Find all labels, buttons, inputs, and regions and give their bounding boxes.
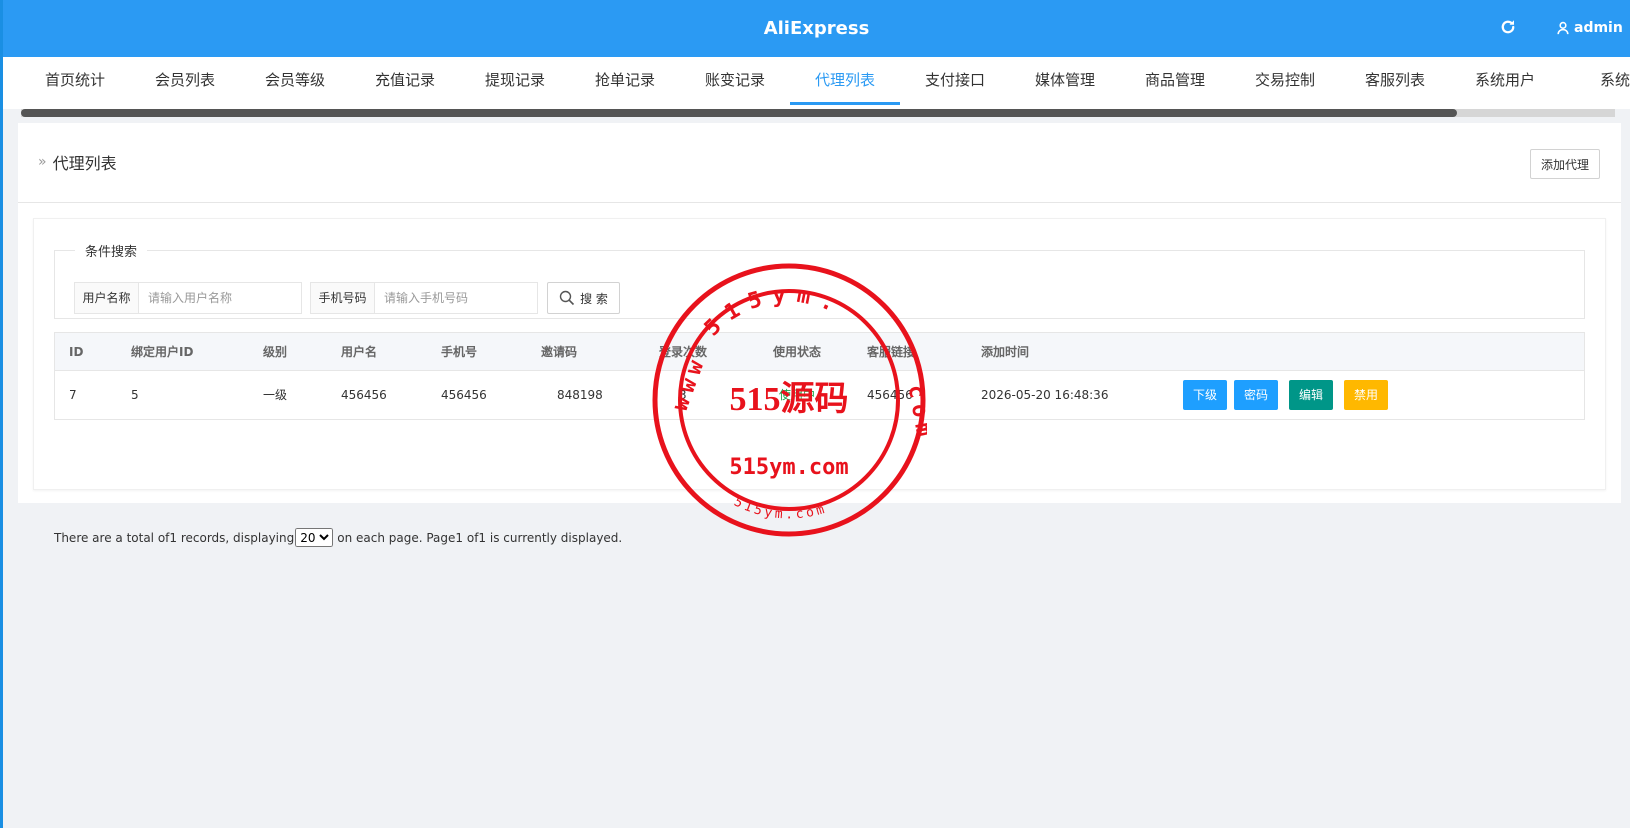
pager-suffix: on each page. Page1 of1 is currently dis… <box>337 530 623 545</box>
page-size-select[interactable]: 20 <box>295 528 334 547</box>
phone-label: 手机号码 <box>311 283 375 313</box>
nav-scrollbar[interactable] <box>21 109 1615 117</box>
nav-tab[interactable]: 代理列表 <box>790 57 900 109</box>
refresh-icon[interactable] <box>1499 18 1519 38</box>
list-card: 条件搜索 用户名称 手机号码 搜 索 ID 绑定用户ID 级别 用户名 手机号 邀请码 登录… <box>33 218 1606 547</box>
nav-tab[interactable]: 支付接口 <box>900 57 1010 109</box>
col-created-at-header: 添加时间 <box>981 345 1030 359</box>
main-content: » 代理列表 添加代理 条件搜索 用户名称 手机号码 搜 索 <box>18 123 1621 547</box>
search-icon <box>559 290 575 306</box>
disable-button[interactable]: 禁用 <box>1344 380 1389 410</box>
main-nav: 首页统计 会员列表 会员等级 充值记录 提现记录 抢单记录 账变记录 代理列表 支付接口 媒体管理… <box>3 57 1630 109</box>
username-input[interactable] <box>139 283 301 313</box>
agent-table: ID 绑定用户ID 级别 用户名 手机号 邀请码 登录次数 使用状态 客服链接 添加时间 7 5 一级… <box>54 332 1585 420</box>
username-field: 用户名称 <box>74 282 302 314</box>
nav-tab[interactable]: 抢单记录 <box>570 57 680 109</box>
nav-tab[interactable]: 首页统计 <box>20 57 130 109</box>
nav-tab[interactable]: 商品管理 <box>1120 57 1230 109</box>
nav-tab[interactable]: 交易控制 <box>1230 57 1340 109</box>
nav-scrollbar-thumb[interactable] <box>21 109 1457 117</box>
col-invite-code-cell: 848198 <box>557 388 603 402</box>
app-title: AliExpress <box>763 18 870 39</box>
nav-tab[interactable]: 充值记录 <box>350 57 460 109</box>
col-username-header: 用户名 <box>341 345 378 359</box>
col-id-header: ID <box>69 345 84 359</box>
phone-input[interactable] <box>375 283 537 313</box>
col-phone-header: 手机号 <box>441 345 478 359</box>
col-created-at-cell: 2026-05-20 16:48:36 <box>981 388 1109 402</box>
col-status-header: 使用状态 <box>773 345 822 359</box>
nav-tab[interactable]: 系统 <box>1560 57 1630 109</box>
col-username-cell: 456456 <box>341 388 387 402</box>
nav-tab[interactable]: 提现记录 <box>460 57 570 109</box>
search-button[interactable]: 搜 索 <box>547 282 620 314</box>
top-bar: AliExpress admin <box>3 0 1630 57</box>
nav-tabs: 首页统计 会员列表 会员等级 充值记录 提现记录 抢单记录 账变记录 代理列表 支付接口 媒体管理… <box>20 57 1630 109</box>
user-menu[interactable]: admin <box>1556 18 1623 38</box>
phone-field: 手机号码 <box>310 282 538 314</box>
search-panel: 条件搜索 用户名称 手机号码 搜 索 <box>54 241 1585 319</box>
add-agent-button[interactable]: 添加代理 <box>1530 149 1600 179</box>
edit-button[interactable]: 编辑 <box>1289 380 1334 410</box>
nav-tab[interactable]: 媒体管理 <box>1010 57 1120 109</box>
col-bind-user-id-header: 绑定用户ID <box>131 345 194 359</box>
user-name: admin <box>1574 20 1623 36</box>
pagination: There are a total of1 records, displayin… <box>54 528 622 547</box>
breadcrumb: » 代理列表 <box>38 150 117 174</box>
col-login-count-header: 登录次数 <box>659 345 708 359</box>
nav-tab[interactable]: 会员列表 <box>130 57 240 109</box>
col-bind-user-id-cell: 5 <box>131 388 139 402</box>
user-icon <box>1557 21 1569 35</box>
nav-tab[interactable]: 系统用户 <box>1450 57 1560 109</box>
nav-tab[interactable]: 账变记录 <box>680 57 790 109</box>
table-header: ID 绑定用户ID 级别 用户名 手机号 邀请码 登录次数 使用状态 客服链接 添加时间 <box>55 333 1584 371</box>
page-header: » 代理列表 添加代理 <box>18 123 1621 203</box>
col-level-header: 级别 <box>263 345 288 359</box>
col-invite-code-header: 邀请码 <box>541 345 578 359</box>
nav-tab[interactable]: 客服列表 <box>1340 57 1450 109</box>
search-button-label: 搜 索 <box>580 291 608 306</box>
col-id-cell: 7 <box>69 388 77 402</box>
col-phone-cell: 456456 <box>441 388 487 402</box>
col-status-cell: 使用中 <box>779 388 816 402</box>
breadcrumb-chevron-icon: » <box>38 154 47 170</box>
nav-tab[interactable]: 会员等级 <box>240 57 350 109</box>
username-label: 用户名称 <box>75 283 139 313</box>
subordinate-button[interactable]: 下级 <box>1183 380 1228 410</box>
page: AliExpress admin 首页统计 会员列表 会员等级 充值记录 提现记录 抢单记… <box>3 0 1630 828</box>
password-button[interactable]: 密码 <box>1234 380 1279 410</box>
col-service-link-header: 客服链接 <box>867 345 916 359</box>
pager-prefix: There are a total of1 records, displayin… <box>54 530 295 545</box>
col-login-count-cell: 3 <box>679 388 687 402</box>
table-row: 7 5 一级 456456 456456 848198 3 使用中 456456 2026-05-… <box>55 371 1584 419</box>
col-level-cell: 一级 <box>263 388 288 402</box>
col-service-link-cell: 456456 <box>867 388 913 402</box>
page-title: 代理列表 <box>52 154 117 173</box>
search-legend: 条件搜索 <box>85 245 138 260</box>
